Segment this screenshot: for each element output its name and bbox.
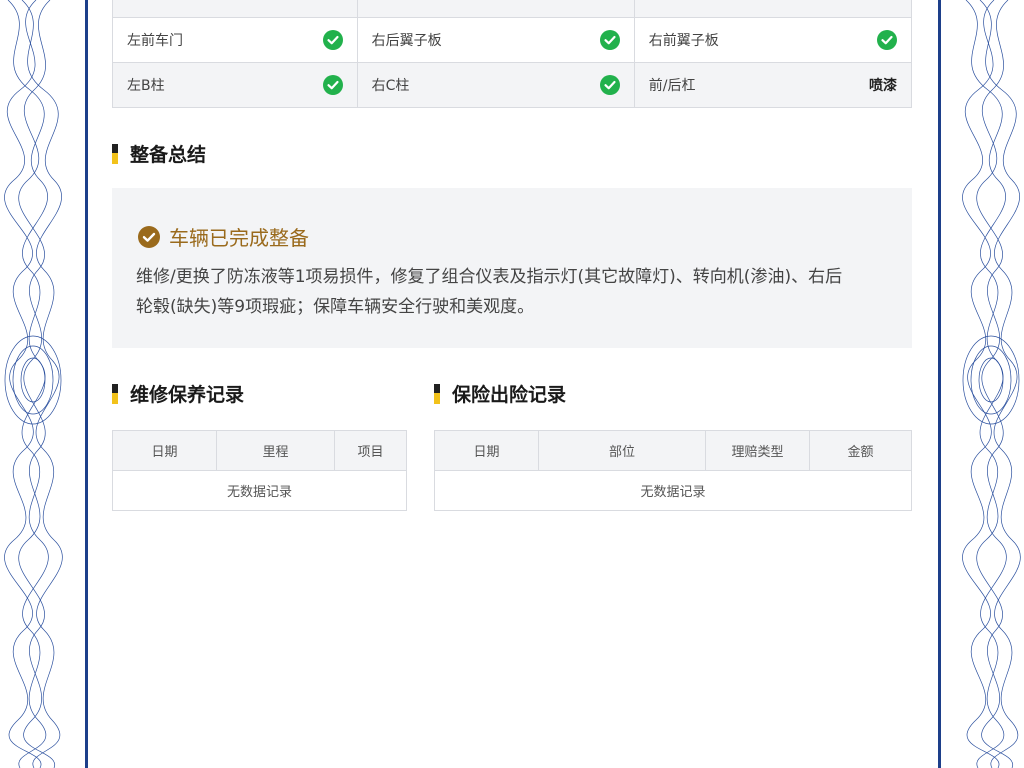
summary-section-title: 整备总结 (112, 140, 206, 167)
frame-line-right (938, 0, 941, 768)
column-header-mileage: 里程 (216, 430, 335, 471)
part-label: 右前翼子板 (648, 33, 719, 49)
guilloche-border-right (962, 0, 1021, 768)
inspection-cell: 左前车门 (112, 17, 358, 63)
inspection-cell (356, 0, 635, 18)
maintenance-table: 日期 里程 项目 无数据记录 (112, 430, 407, 511)
inspection-row: 左前车门 右后翼子板 右前翼子板 (112, 17, 913, 63)
insurance-section-title: 保险出险记录 (434, 380, 566, 407)
part-label: 左B柱 (127, 78, 165, 94)
check-circle-icon (599, 30, 620, 50)
maintenance-title-text: 维修保养记录 (130, 384, 245, 406)
title-accent-bar (434, 383, 440, 404)
title-accent-bar (112, 383, 118, 404)
summary-headline-text: 车辆已完成整备 (169, 226, 309, 250)
summary-description: 维修/更换了防冻液等1项易损件，修复了组合仪表及指示灯(其它故障灯)、转向机(渗… (136, 267, 843, 317)
title-accent-bar (112, 143, 118, 164)
column-header-item: 项目 (334, 430, 407, 471)
part-status-text: 喷漆 (869, 78, 897, 94)
inspection-cell (633, 0, 913, 18)
check-circle-icon (599, 75, 620, 95)
part-label: 右C柱 (371, 78, 410, 94)
inspection-grid: 左前车门 右后翼子板 右前翼子板 左B柱 右C柱 前/后杠 喷漆 (112, 0, 913, 108)
table-header-row: 日期 部位 理赔类型 金额 (434, 430, 912, 471)
check-circle-icon (138, 225, 160, 248)
frame-line-left (85, 0, 88, 768)
column-header-date: 日期 (112, 430, 217, 471)
column-header-claim-type: 理赔类型 (705, 430, 810, 471)
summary-box: 车辆已完成整备 维修/更换了防冻液等1项易损件，修复了组合仪表及指示灯(其它故障… (112, 188, 912, 348)
check-circle-icon (322, 75, 343, 95)
inspection-cell: 右前翼子板 (633, 17, 913, 63)
table-empty-row: 无数据记录 (434, 470, 912, 511)
column-header-amount: 金额 (809, 430, 912, 471)
table-empty-row: 无数据记录 (112, 470, 407, 511)
part-label: 左前车门 (127, 33, 183, 49)
inspection-cell (112, 0, 358, 18)
inspection-cell: 右C柱 (356, 62, 635, 108)
inspection-cell: 左B柱 (112, 62, 358, 108)
part-label: 前/后杠 (648, 78, 696, 94)
inspection-cell: 前/后杠 喷漆 (633, 62, 913, 108)
inspection-row: 左B柱 右C柱 前/后杠 喷漆 (112, 62, 913, 108)
check-circle-icon (877, 30, 897, 50)
inspection-cell: 右后翼子板 (356, 17, 635, 63)
guilloche-border-left (4, 0, 63, 768)
empty-state-text: 无数据记录 (112, 470, 407, 511)
empty-state-text: 无数据记录 (434, 470, 912, 511)
insurance-title-text: 保险出险记录 (452, 384, 567, 406)
insurance-table: 日期 部位 理赔类型 金额 无数据记录 (434, 430, 912, 511)
table-header-row: 日期 里程 项目 (112, 430, 407, 471)
part-label: 右后翼子板 (371, 33, 442, 49)
summary-headline: 车辆已完成整备 (138, 222, 309, 251)
column-header-part: 部位 (538, 430, 706, 471)
report-page: 左前车门 右后翼子板 右前翼子板 左B柱 右C柱 前/后杠 喷漆 整备总结 车辆… (0, 0, 1024, 768)
column-header-date: 日期 (434, 430, 539, 471)
check-circle-icon (322, 30, 343, 50)
summary-title-text: 整备总结 (130, 144, 207, 166)
maintenance-section-title: 维修保养记录 (112, 380, 244, 407)
inspection-row-partial (112, 0, 913, 18)
